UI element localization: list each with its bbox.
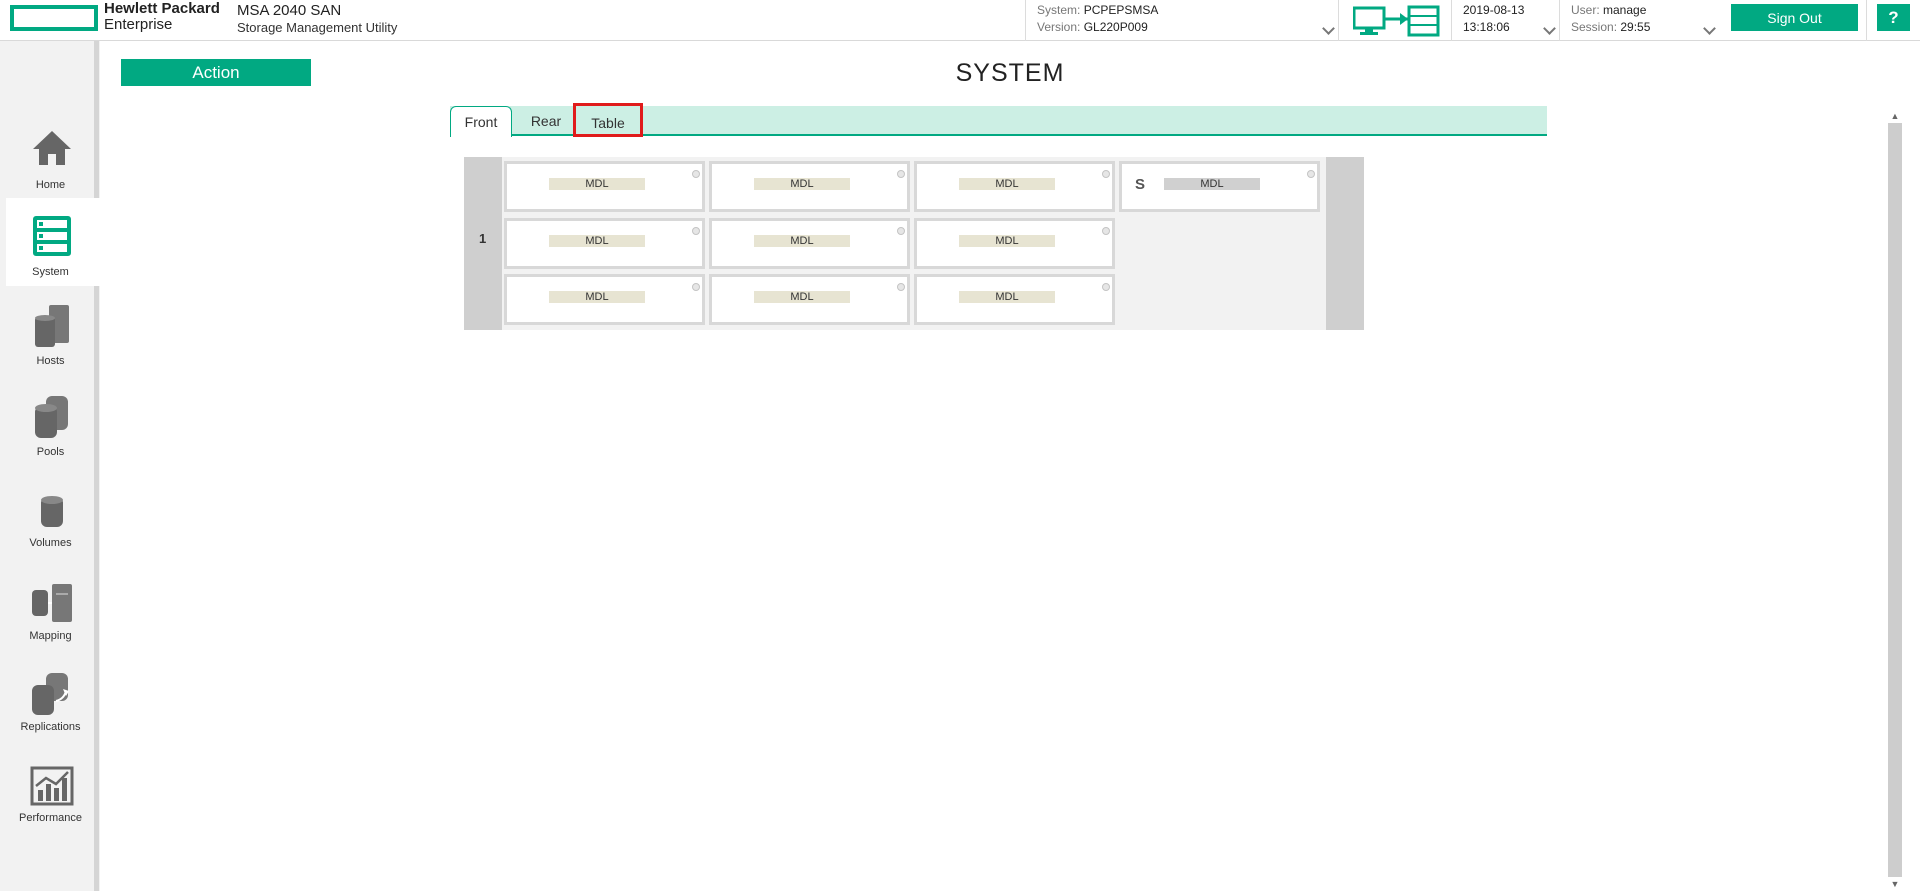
hpe-logo-icon — [10, 5, 98, 31]
help-button[interactable]: ? — [1877, 4, 1910, 31]
view-tabs: Front Rear Table — [450, 103, 1547, 137]
drive-led-icon — [897, 227, 905, 235]
version-label: Version: — [1037, 20, 1081, 34]
drive-slot[interactable]: MDL — [709, 161, 910, 212]
page-title: SYSTEM — [955, 59, 1065, 87]
vertical-scrollbar[interactable]: ▲ ▼ — [1888, 109, 1902, 891]
home-icon — [33, 131, 71, 165]
volumes-icon — [41, 496, 63, 527]
spare-marker: S — [1135, 176, 1146, 193]
replications-icon — [32, 673, 69, 715]
sidebar-item-label: System — [32, 266, 69, 278]
header-divider — [1866, 0, 1867, 41]
drive-led-icon — [897, 283, 905, 291]
performance-icon — [30, 766, 74, 806]
sidebar-item-mapping[interactable]: Mapping — [6, 570, 95, 658]
system-value: PCPEPSMSA — [1083, 3, 1159, 17]
session-value: 29:55 — [1620, 20, 1651, 34]
pools-icon — [35, 396, 68, 438]
date-value: 2019-08-13 — [1463, 3, 1525, 17]
product-title: MSA 2040 SAN — [237, 2, 342, 19]
drive-label: MDL — [959, 291, 1055, 303]
brand-line-2: Enterprise — [104, 16, 173, 33]
drive-slot[interactable]: MDL — [709, 274, 910, 325]
drive-label: MDL — [549, 291, 645, 303]
drive-label: MDL — [959, 235, 1055, 247]
sidebar-item-home[interactable]: Home — [6, 115, 95, 203]
sidebar-item-replications[interactable]: Replications — [6, 661, 95, 749]
header-divider — [1338, 0, 1339, 41]
drive-led-icon — [1307, 170, 1315, 178]
drive-label: MDL — [549, 178, 645, 190]
drive-label: MDL — [1164, 178, 1260, 190]
mapping-icon — [32, 584, 72, 622]
user-info[interactable]: User: manage Session: 29:55 — [1571, 2, 1650, 36]
sidebar-item-pools[interactable]: Pools — [6, 388, 95, 476]
sidebar-item-label: Hosts — [36, 355, 65, 367]
user-chevron-down-icon[interactable] — [1703, 22, 1716, 35]
brand-line-1: Hewlett Packard — [104, 0, 220, 17]
enclosure-number: 1 — [479, 231, 487, 246]
action-button[interactable]: Action — [121, 59, 311, 86]
datetime-chevron-down-icon[interactable] — [1543, 22, 1556, 35]
drive-slot[interactable]: MDL — [504, 218, 705, 269]
sidebar-item-label: Performance — [19, 812, 82, 824]
sidebar-item-label: Volumes — [29, 537, 72, 549]
drive-led-icon — [1102, 170, 1110, 178]
drive-led-icon — [897, 170, 905, 178]
drive-led-icon — [1102, 283, 1110, 291]
drive-slot[interactable]: MDL — [504, 161, 705, 212]
drive-led-icon — [692, 227, 700, 235]
drive-slot[interactable]: MDL — [914, 274, 1115, 325]
session-label: Session: — [1571, 20, 1618, 34]
system-label: System: — [1037, 3, 1081, 17]
app-title: MSA 2040 SAN Storage Management Utility — [237, 2, 397, 36]
product-subtitle: Storage Management Utility — [237, 20, 398, 35]
tab-rear[interactable]: Rear — [516, 106, 576, 136]
system-icon — [33, 216, 71, 256]
drive-slot[interactable]: MDL — [504, 274, 705, 325]
scroll-down-icon[interactable]: ▼ — [1888, 877, 1902, 891]
drive-led-icon — [692, 283, 700, 291]
drive-slot[interactable]: MDL — [914, 161, 1115, 212]
top-header: Hewlett Packard Enterprise MSA 2040 SAN … — [0, 0, 1920, 41]
drive-label: MDL — [754, 291, 850, 303]
date-time[interactable]: 2019-08-13 13:18:06 — [1463, 2, 1524, 36]
drive-label: MDL — [754, 235, 850, 247]
drive-slot[interactable]: MDL — [709, 218, 910, 269]
tab-front[interactable]: Front — [450, 106, 512, 137]
drive-slot[interactable]: MDL — [914, 218, 1115, 269]
user-value: manage — [1603, 3, 1647, 17]
sidebar-item-label: Home — [35, 179, 66, 191]
sidebar-item-performance[interactable]: Performance — [6, 752, 95, 840]
drive-slot-spare[interactable]: S MDL — [1119, 161, 1320, 212]
version-value: GL220P009 — [1083, 20, 1148, 34]
sidebar-item-label: Mapping — [29, 630, 72, 642]
sidebar-item-hosts[interactable]: Hosts — [6, 297, 95, 385]
header-divider — [1451, 0, 1452, 41]
sign-out-button[interactable]: Sign Out — [1731, 4, 1858, 31]
scrollbar-thumb[interactable] — [1888, 123, 1902, 877]
hosts-icon — [35, 305, 69, 347]
connection-status-icon[interactable] — [1353, 5, 1441, 37]
drive-label: MDL — [549, 235, 645, 247]
sidebar-item-system[interactable]: System — [6, 198, 100, 286]
system-chevron-down-icon[interactable] — [1322, 22, 1335, 35]
header-divider — [1025, 0, 1026, 41]
brand-name: Hewlett Packard Enterprise — [104, 1, 220, 33]
time-value: 13:18:06 — [1463, 20, 1510, 34]
header-divider — [1559, 0, 1560, 41]
sidebar-item-label: Pools — [36, 446, 65, 458]
sidebar-item-label: Replications — [20, 721, 81, 733]
tab-table[interactable]: Table — [573, 103, 643, 137]
system-info[interactable]: System: PCPEPSMSA Version: GL220P009 — [1037, 2, 1158, 36]
drive-label: MDL — [959, 178, 1055, 190]
drive-label: MDL — [754, 178, 850, 190]
user-label: User: — [1571, 3, 1600, 17]
drive-led-icon — [692, 170, 700, 178]
scroll-up-icon[interactable]: ▲ — [1888, 109, 1902, 123]
drive-led-icon — [1102, 227, 1110, 235]
sidebar-item-volumes[interactable]: Volumes — [6, 479, 95, 567]
